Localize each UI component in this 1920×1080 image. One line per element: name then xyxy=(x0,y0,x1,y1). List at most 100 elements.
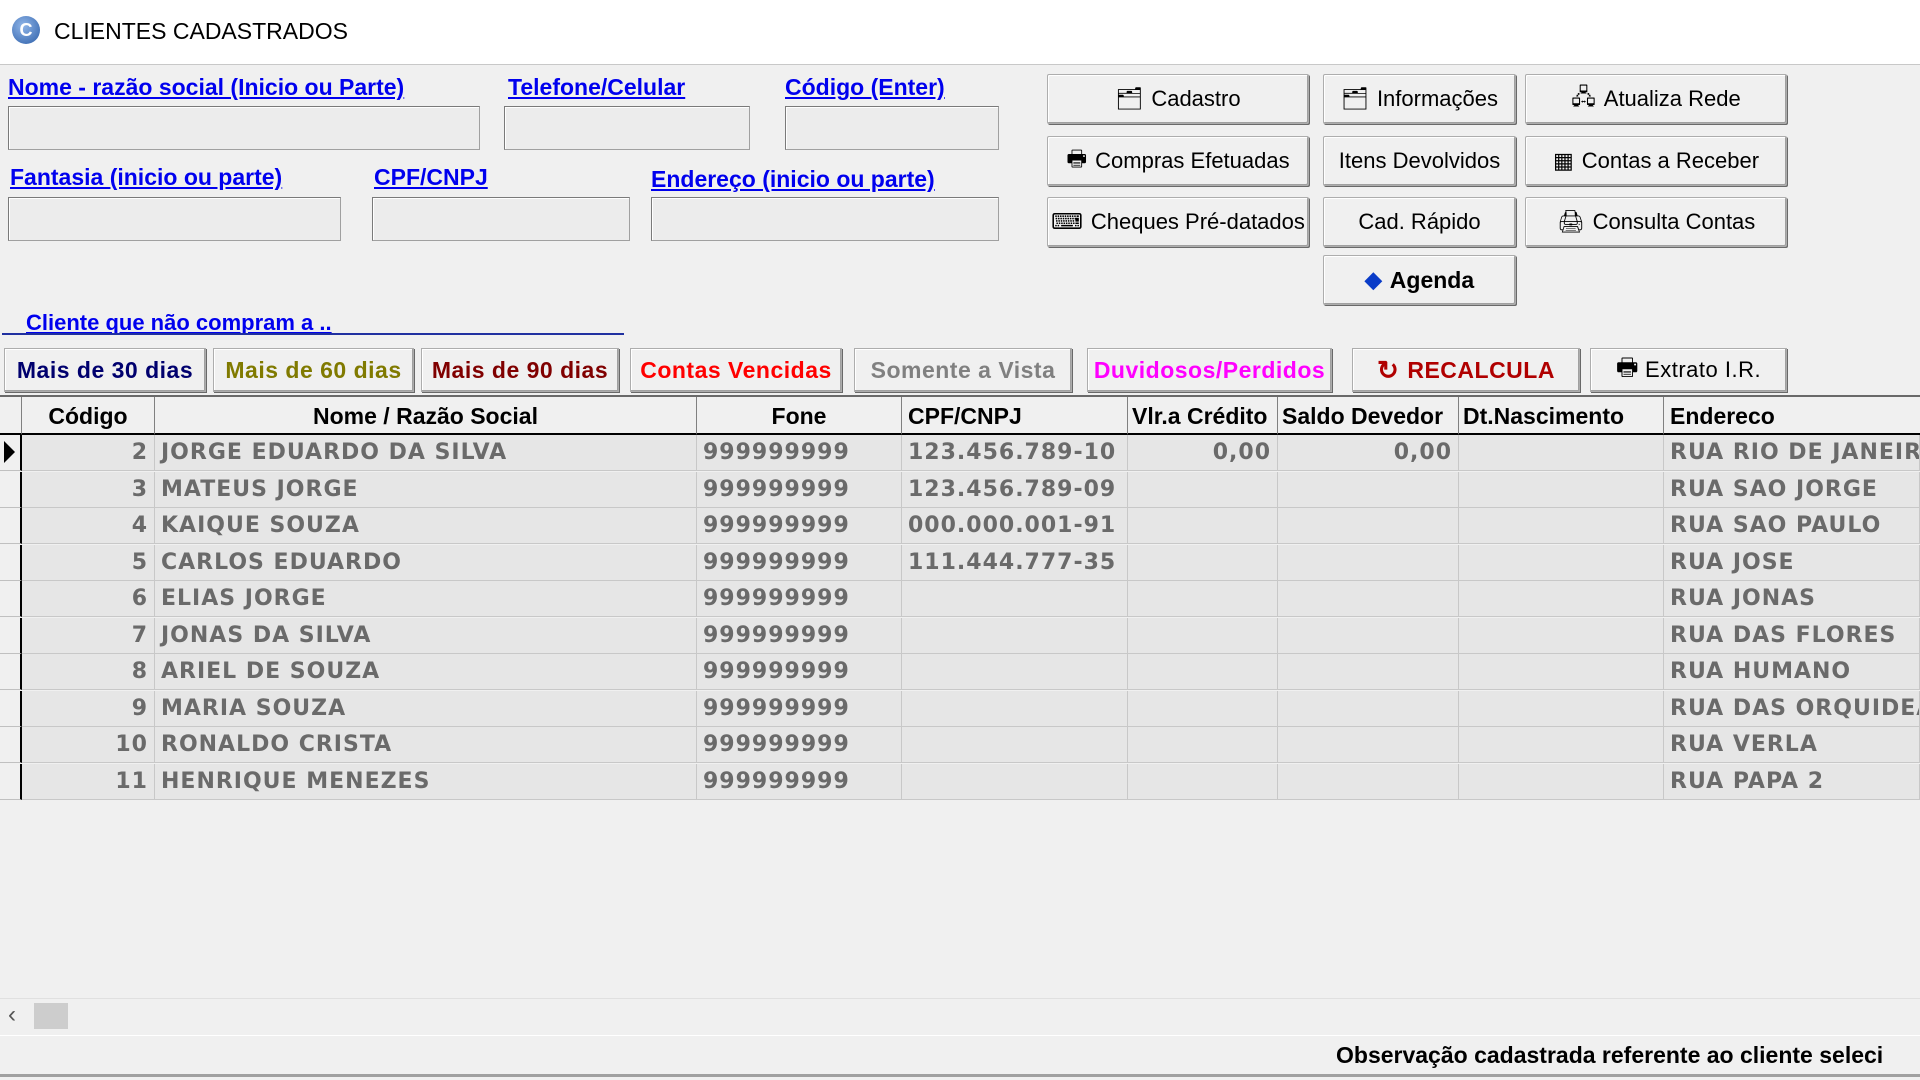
cell-nome[interactable]: ARIEL DE SOUZA xyxy=(155,654,697,690)
cell-endereco[interactable]: RUA JOSE xyxy=(1664,544,1920,581)
endereco-label[interactable]: Endereço (inicio ou parte) xyxy=(651,166,935,193)
cell-fone[interactable]: 999999999 xyxy=(697,581,902,617)
cell-codigo[interactable]: 3 xyxy=(22,471,155,508)
cell-nascimento[interactable] xyxy=(1459,727,1664,763)
cell-fone[interactable]: 999999999 xyxy=(697,654,902,690)
cell-nome[interactable]: CARLOS EDUARDO xyxy=(155,544,697,581)
fantasia-input[interactable] xyxy=(8,197,341,241)
cheques-button[interactable]: ⌨ Cheques Pré-datados xyxy=(1047,197,1309,247)
cell-credito[interactable] xyxy=(1128,544,1278,581)
extrato-button[interactable]: 🖶 Extrato I.R. xyxy=(1590,348,1787,392)
cell-nome[interactable]: KAIQUE SOUZA xyxy=(155,508,697,544)
telefone-label[interactable]: Telefone/Celular xyxy=(508,74,685,101)
cell-cpf[interactable]: 123.456.789-09 xyxy=(902,471,1128,508)
cad-rapido-button[interactable]: Cad. Rápido xyxy=(1323,197,1516,247)
cell-nome[interactable]: MATEUS JORGE xyxy=(155,471,697,508)
nome-label[interactable]: Nome - razão social (Inicio ou Parte) xyxy=(8,74,404,101)
informacoes-button[interactable]: 🗂 Informações xyxy=(1323,74,1516,124)
cell-nascimento[interactable] xyxy=(1459,763,1664,800)
cell-codigo[interactable]: 9 xyxy=(22,690,155,727)
cell-fone[interactable]: 999999999 xyxy=(697,727,902,763)
codigo-label[interactable]: Código (Enter) xyxy=(785,74,945,101)
cell-endereco[interactable]: RUA VERLA xyxy=(1664,727,1920,763)
cell-saldo[interactable] xyxy=(1278,508,1459,544)
contas-vencidas-button[interactable]: Contas Vencidas xyxy=(630,348,842,392)
cell-endereco[interactable]: RUA DAS ORQUIDEA xyxy=(1664,690,1920,727)
cell-nascimento[interactable] xyxy=(1459,617,1664,654)
mais-30-dias-button[interactable]: Mais de 30 dias xyxy=(4,348,206,392)
cell-fone[interactable]: 999999999 xyxy=(697,763,902,800)
cell-saldo[interactable] xyxy=(1278,544,1459,581)
cell-nascimento[interactable] xyxy=(1459,654,1664,690)
col-fone[interactable]: Fone xyxy=(697,397,902,435)
row-indicator[interactable] xyxy=(0,471,22,508)
col-cpf[interactable]: CPF/CNPJ xyxy=(902,397,1128,435)
cell-cpf[interactable] xyxy=(902,763,1128,800)
cell-codigo[interactable]: 7 xyxy=(22,617,155,654)
cell-nascimento[interactable] xyxy=(1459,544,1664,581)
cell-endereco[interactable]: RUA JONAS xyxy=(1664,581,1920,617)
cell-fone[interactable]: 999999999 xyxy=(697,617,902,654)
cell-cpf[interactable] xyxy=(902,727,1128,763)
cell-fone[interactable]: 999999999 xyxy=(697,690,902,727)
cell-nascimento[interactable] xyxy=(1459,581,1664,617)
cell-endereco[interactable]: RUA HUMANO xyxy=(1664,654,1920,690)
cell-codigo[interactable]: 11 xyxy=(22,763,155,800)
chevron-left-icon[interactable]: ‹ xyxy=(8,1001,16,1029)
col-nascimento[interactable]: Dt.Nascimento xyxy=(1459,397,1664,435)
agenda-button[interactable]: ◆ Agenda xyxy=(1323,255,1516,305)
col-nome[interactable]: Nome / Razão Social xyxy=(155,397,697,435)
cell-nome[interactable]: ELIAS JORGE xyxy=(155,581,697,617)
cell-fone[interactable]: 999999999 xyxy=(697,435,902,471)
cell-credito[interactable] xyxy=(1128,471,1278,508)
cell-credito[interactable] xyxy=(1128,581,1278,617)
codigo-input[interactable] xyxy=(785,106,999,150)
col-codigo[interactable]: Código xyxy=(22,397,155,435)
cell-cpf[interactable] xyxy=(902,654,1128,690)
row-indicator[interactable] xyxy=(0,581,22,617)
col-credito[interactable]: Vlr.a Crédito xyxy=(1128,397,1278,435)
cell-saldo[interactable] xyxy=(1278,581,1459,617)
clients-grid[interactable]: Código Nome / Razão Social Fone CPF/CNPJ… xyxy=(0,395,1920,1002)
cell-credito[interactable] xyxy=(1128,690,1278,727)
cell-codigo[interactable]: 2 xyxy=(22,435,155,471)
cell-credito[interactable]: 0,00 xyxy=(1128,435,1278,471)
cell-saldo[interactable] xyxy=(1278,471,1459,508)
cell-endereco[interactable]: RUA SAO PAULO xyxy=(1664,508,1920,544)
telefone-input[interactable] xyxy=(504,106,750,150)
cell-nascimento[interactable] xyxy=(1459,471,1664,508)
cell-saldo[interactable] xyxy=(1278,727,1459,763)
cell-endereco[interactable]: RUA PAPA 2 xyxy=(1664,763,1920,800)
mais-60-dias-button[interactable]: Mais de 60 dias xyxy=(213,348,414,392)
row-indicator[interactable] xyxy=(0,617,22,654)
row-indicator[interactable] xyxy=(0,690,22,727)
cell-codigo[interactable]: 5 xyxy=(22,544,155,581)
cell-saldo[interactable] xyxy=(1278,617,1459,654)
cell-nascimento[interactable] xyxy=(1459,508,1664,544)
cell-saldo[interactable] xyxy=(1278,654,1459,690)
col-endereco[interactable]: Endereco xyxy=(1664,397,1920,435)
cell-codigo[interactable]: 10 xyxy=(22,727,155,763)
cpf-input[interactable] xyxy=(372,197,630,241)
cell-endereco[interactable]: RUA DAS FLORES xyxy=(1664,617,1920,654)
cell-saldo[interactable] xyxy=(1278,690,1459,727)
cell-nascimento[interactable] xyxy=(1459,690,1664,727)
row-indicator[interactable] xyxy=(0,508,22,544)
scrollbar-thumb[interactable] xyxy=(34,1003,68,1029)
cell-nome[interactable]: RONALDO CRISTA xyxy=(155,727,697,763)
cell-fone[interactable]: 999999999 xyxy=(697,471,902,508)
cell-credito[interactable] xyxy=(1128,727,1278,763)
consulta-contas-button[interactable]: 🖨 Consulta Contas xyxy=(1525,197,1787,247)
cell-credito[interactable] xyxy=(1128,617,1278,654)
cell-nome[interactable]: MARIA SOUZA xyxy=(155,690,697,727)
row-indicator[interactable] xyxy=(0,435,22,471)
cell-saldo[interactable] xyxy=(1278,763,1459,800)
fantasia-label[interactable]: Fantasia (inicio ou parte) xyxy=(10,164,282,191)
cell-fone[interactable]: 999999999 xyxy=(697,544,902,581)
cell-credito[interactable] xyxy=(1128,508,1278,544)
cell-cpf[interactable] xyxy=(902,581,1128,617)
cell-credito[interactable] xyxy=(1128,763,1278,800)
mais-90-dias-button[interactable]: Mais de 90 dias xyxy=(421,348,619,392)
somente-vista-button[interactable]: Somente a Vista xyxy=(854,348,1072,392)
itens-devolvidos-button[interactable]: Itens Devolvidos xyxy=(1323,136,1516,186)
